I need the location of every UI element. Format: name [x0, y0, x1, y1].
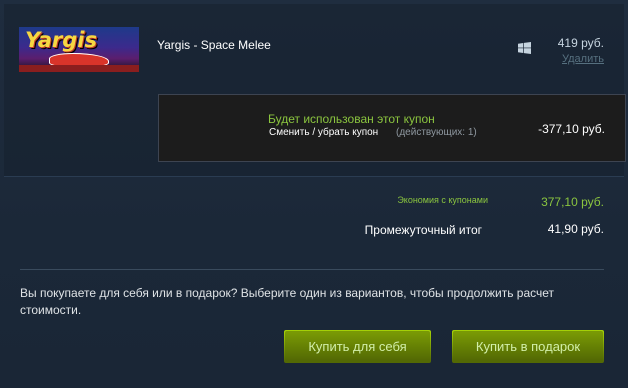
subtotal-label: Промежуточный итог: [364, 223, 482, 237]
capsule-ground-shape: [19, 65, 139, 72]
coupon-title: Будет использован этот купон: [268, 112, 435, 126]
divider: [20, 269, 604, 270]
subtotal-value: 41,90 руб.: [547, 222, 604, 236]
cart-item-row: Yargis Yargis - Space Melee 419 руб. Уда…: [4, 4, 626, 177]
purchase-question-text: Вы покупаете для себя или в подарок? Выб…: [20, 286, 555, 317]
buy-for-self-button[interactable]: Купить для себя: [284, 330, 431, 363]
change-coupon-link[interactable]: Сменить / убрать купон: [269, 127, 378, 138]
game-title-link[interactable]: Yargis - Space Melee: [157, 38, 271, 52]
capsule-logo-text: Yargis: [25, 28, 97, 52]
cart-panel: Yargis Yargis - Space Melee 419 руб. Уда…: [0, 0, 628, 388]
game-capsule-image[interactable]: Yargis: [19, 27, 139, 72]
coupon-active-count: (действующих: 1): [396, 127, 477, 138]
buy-as-gift-button[interactable]: Купить в подарок: [452, 330, 604, 363]
item-price: 419 руб.: [557, 36, 604, 50]
windows-icon: [518, 42, 531, 54]
coupon-discount-value: -377,10 руб.: [538, 122, 605, 136]
buy-as-gift-label: Купить в подарок: [453, 331, 603, 362]
remove-item-link[interactable]: Удалить: [562, 53, 604, 65]
coupon-box: Будет использован этот купон Сменить / у…: [158, 94, 626, 162]
savings-value: 377,10 руб.: [541, 195, 604, 209]
buy-for-self-label: Купить для себя: [285, 331, 430, 362]
savings-label: Экономия с купонами: [397, 195, 488, 205]
